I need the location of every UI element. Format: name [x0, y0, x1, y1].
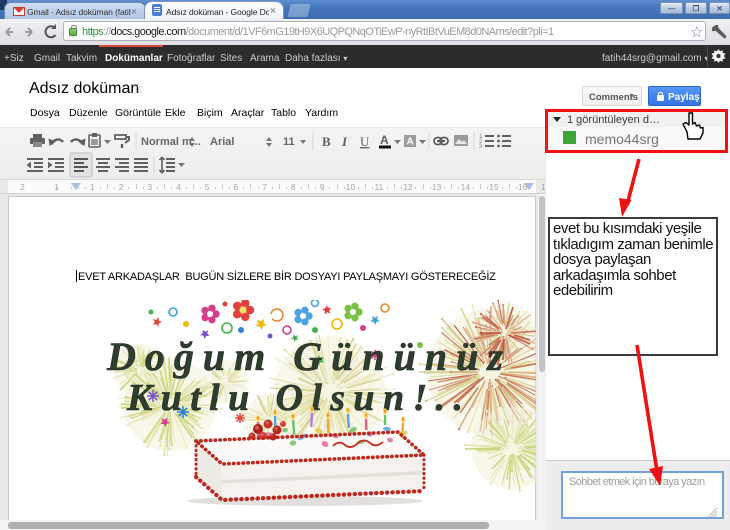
svg-text:A: A — [407, 137, 414, 148]
svg-text:U: U — [360, 134, 370, 149]
svg-text:I: I — [341, 134, 348, 149]
svg-text:B: B — [322, 134, 331, 149]
svg-text:Kutlu Olsun!..: Kutlu Olsun!.. — [126, 377, 463, 419]
svg-text:A: A — [380, 133, 389, 147]
svg-text:3: 3 — [479, 144, 483, 150]
